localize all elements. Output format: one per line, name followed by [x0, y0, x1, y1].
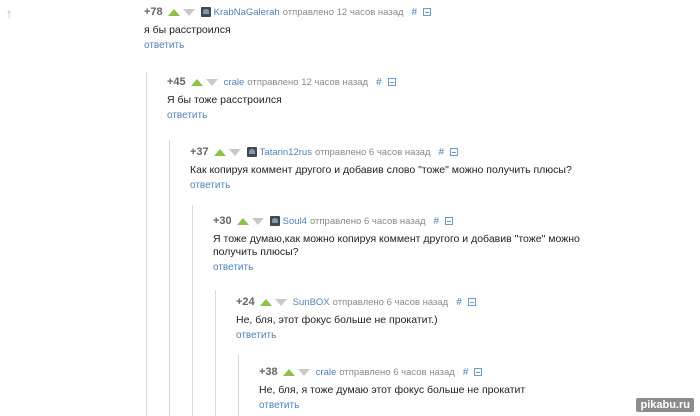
- comment-time: отправлено 12 часов назад: [247, 76, 369, 88]
- comment-author[interactable]: crale: [224, 77, 245, 88]
- upvote-icon[interactable]: [167, 8, 180, 16]
- reply-link[interactable]: ответить: [236, 330, 636, 341]
- comment-score: +37: [190, 146, 209, 158]
- comment-permalink[interactable]: #: [412, 7, 418, 18]
- comment-author[interactable]: crale: [316, 367, 337, 378]
- comment-text: Не, бля, этот фокус больше не прокатит.): [236, 314, 438, 326]
- downvote-icon[interactable]: [274, 298, 287, 306]
- comment-permalink[interactable]: #: [434, 216, 440, 227]
- comment-score: +30: [213, 215, 232, 227]
- downvote-icon[interactable]: [251, 217, 264, 225]
- comment-author[interactable]: Soul4: [283, 216, 307, 227]
- comment: +30 Soul4 отправлено 6 часов назад # Я т…: [213, 213, 603, 273]
- comment-text: Я бы тоже расстроился: [167, 94, 282, 106]
- upvote-icon[interactable]: [190, 78, 203, 86]
- reply-link[interactable]: ответить: [167, 110, 607, 121]
- comment-time: отправлено 6 часов назад: [314, 146, 431, 158]
- back-arrow-icon[interactable]: ↑: [3, 6, 15, 22]
- comment-header: +37 Tatarin12rus отправлено 6 часов наза…: [190, 144, 640, 160]
- comment: +24 SunBOX отправлено 6 часов назад # Не…: [236, 294, 636, 341]
- reply-link[interactable]: ответить: [190, 180, 640, 191]
- downvote-icon[interactable]: [228, 148, 241, 156]
- comment-time: отправлено 12 часов назад: [282, 6, 404, 18]
- thread-line: [169, 140, 170, 416]
- collapse-icon[interactable]: [450, 148, 459, 156]
- comment-header: +24 SunBOX отправлено 6 часов назад #: [236, 294, 636, 310]
- comment-score: +38: [259, 366, 278, 378]
- comment-permalink[interactable]: #: [439, 147, 445, 158]
- comment-time: отправлено 6 часов назад: [339, 366, 455, 378]
- thread-line: [146, 72, 147, 416]
- collapse-icon[interactable]: [474, 368, 483, 376]
- avatar[interactable]: [200, 7, 211, 17]
- comment-header: +78 KrabNaGalerah отправлено 12 часов на…: [144, 4, 584, 20]
- thread-line: [238, 355, 239, 416]
- avatar[interactable]: [269, 216, 280, 226]
- comment-text: Как копируя коммент другого и добавив сл…: [190, 164, 572, 176]
- collapse-icon[interactable]: [467, 298, 476, 306]
- comment-author[interactable]: SunBOX: [293, 297, 330, 308]
- comment-author[interactable]: Tatarin12rus: [260, 147, 312, 158]
- collapse-icon[interactable]: [445, 217, 454, 225]
- downvote-icon[interactable]: [182, 8, 195, 16]
- comment-header: +30 Soul4 отправлено 6 часов назад #: [213, 213, 603, 229]
- upvote-icon[interactable]: [282, 368, 295, 376]
- comment-permalink[interactable]: #: [376, 77, 382, 88]
- reply-link[interactable]: ответить: [144, 40, 584, 51]
- watermark: pikabu.ru: [636, 398, 694, 412]
- comment-time: отправлено 6 часов назад: [332, 296, 449, 308]
- downvote-icon[interactable]: [297, 368, 310, 376]
- reply-link[interactable]: ответить: [213, 262, 603, 273]
- comment-header: +45 crale отправлено 12 часов назад #: [167, 74, 607, 90]
- upvote-icon[interactable]: [236, 217, 249, 225]
- thread-line: [215, 290, 216, 416]
- avatar[interactable]: [246, 147, 257, 157]
- comment-score: +24: [236, 296, 255, 308]
- comment-author[interactable]: KrabNaGalerah: [214, 7, 280, 18]
- comment-time: отправлено 6 часов назад: [309, 215, 426, 227]
- comment-text: Я тоже думаю,как можно копируя коммент д…: [213, 233, 580, 258]
- comment-score: +45: [167, 76, 186, 88]
- comment-score: +78: [144, 6, 163, 18]
- comment: +78 KrabNaGalerah отправлено 12 часов на…: [144, 4, 584, 51]
- thread-line: [192, 205, 193, 416]
- comment-header: +38 crale отправлено 6 часов назад #: [259, 364, 659, 380]
- comment: +45 crale отправлено 12 часов назад # Я …: [167, 74, 607, 121]
- downvote-icon[interactable]: [205, 78, 218, 86]
- upvote-icon[interactable]: [259, 298, 272, 306]
- collapse-icon[interactable]: [387, 78, 396, 86]
- comment-permalink[interactable]: #: [456, 297, 462, 308]
- upvote-icon[interactable]: [213, 148, 226, 156]
- reply-link[interactable]: ответить: [259, 400, 659, 411]
- comment: +38 crale отправлено 6 часов назад # Не,…: [259, 364, 659, 411]
- comment-text: Не, бля, я тоже думаю этот фокус больше …: [259, 384, 526, 396]
- comment: +37 Tatarin12rus отправлено 6 часов наза…: [190, 144, 640, 191]
- collapse-icon[interactable]: [423, 8, 432, 16]
- comment-permalink[interactable]: #: [463, 367, 469, 378]
- comment-text: я бы расстроился: [144, 24, 231, 36]
